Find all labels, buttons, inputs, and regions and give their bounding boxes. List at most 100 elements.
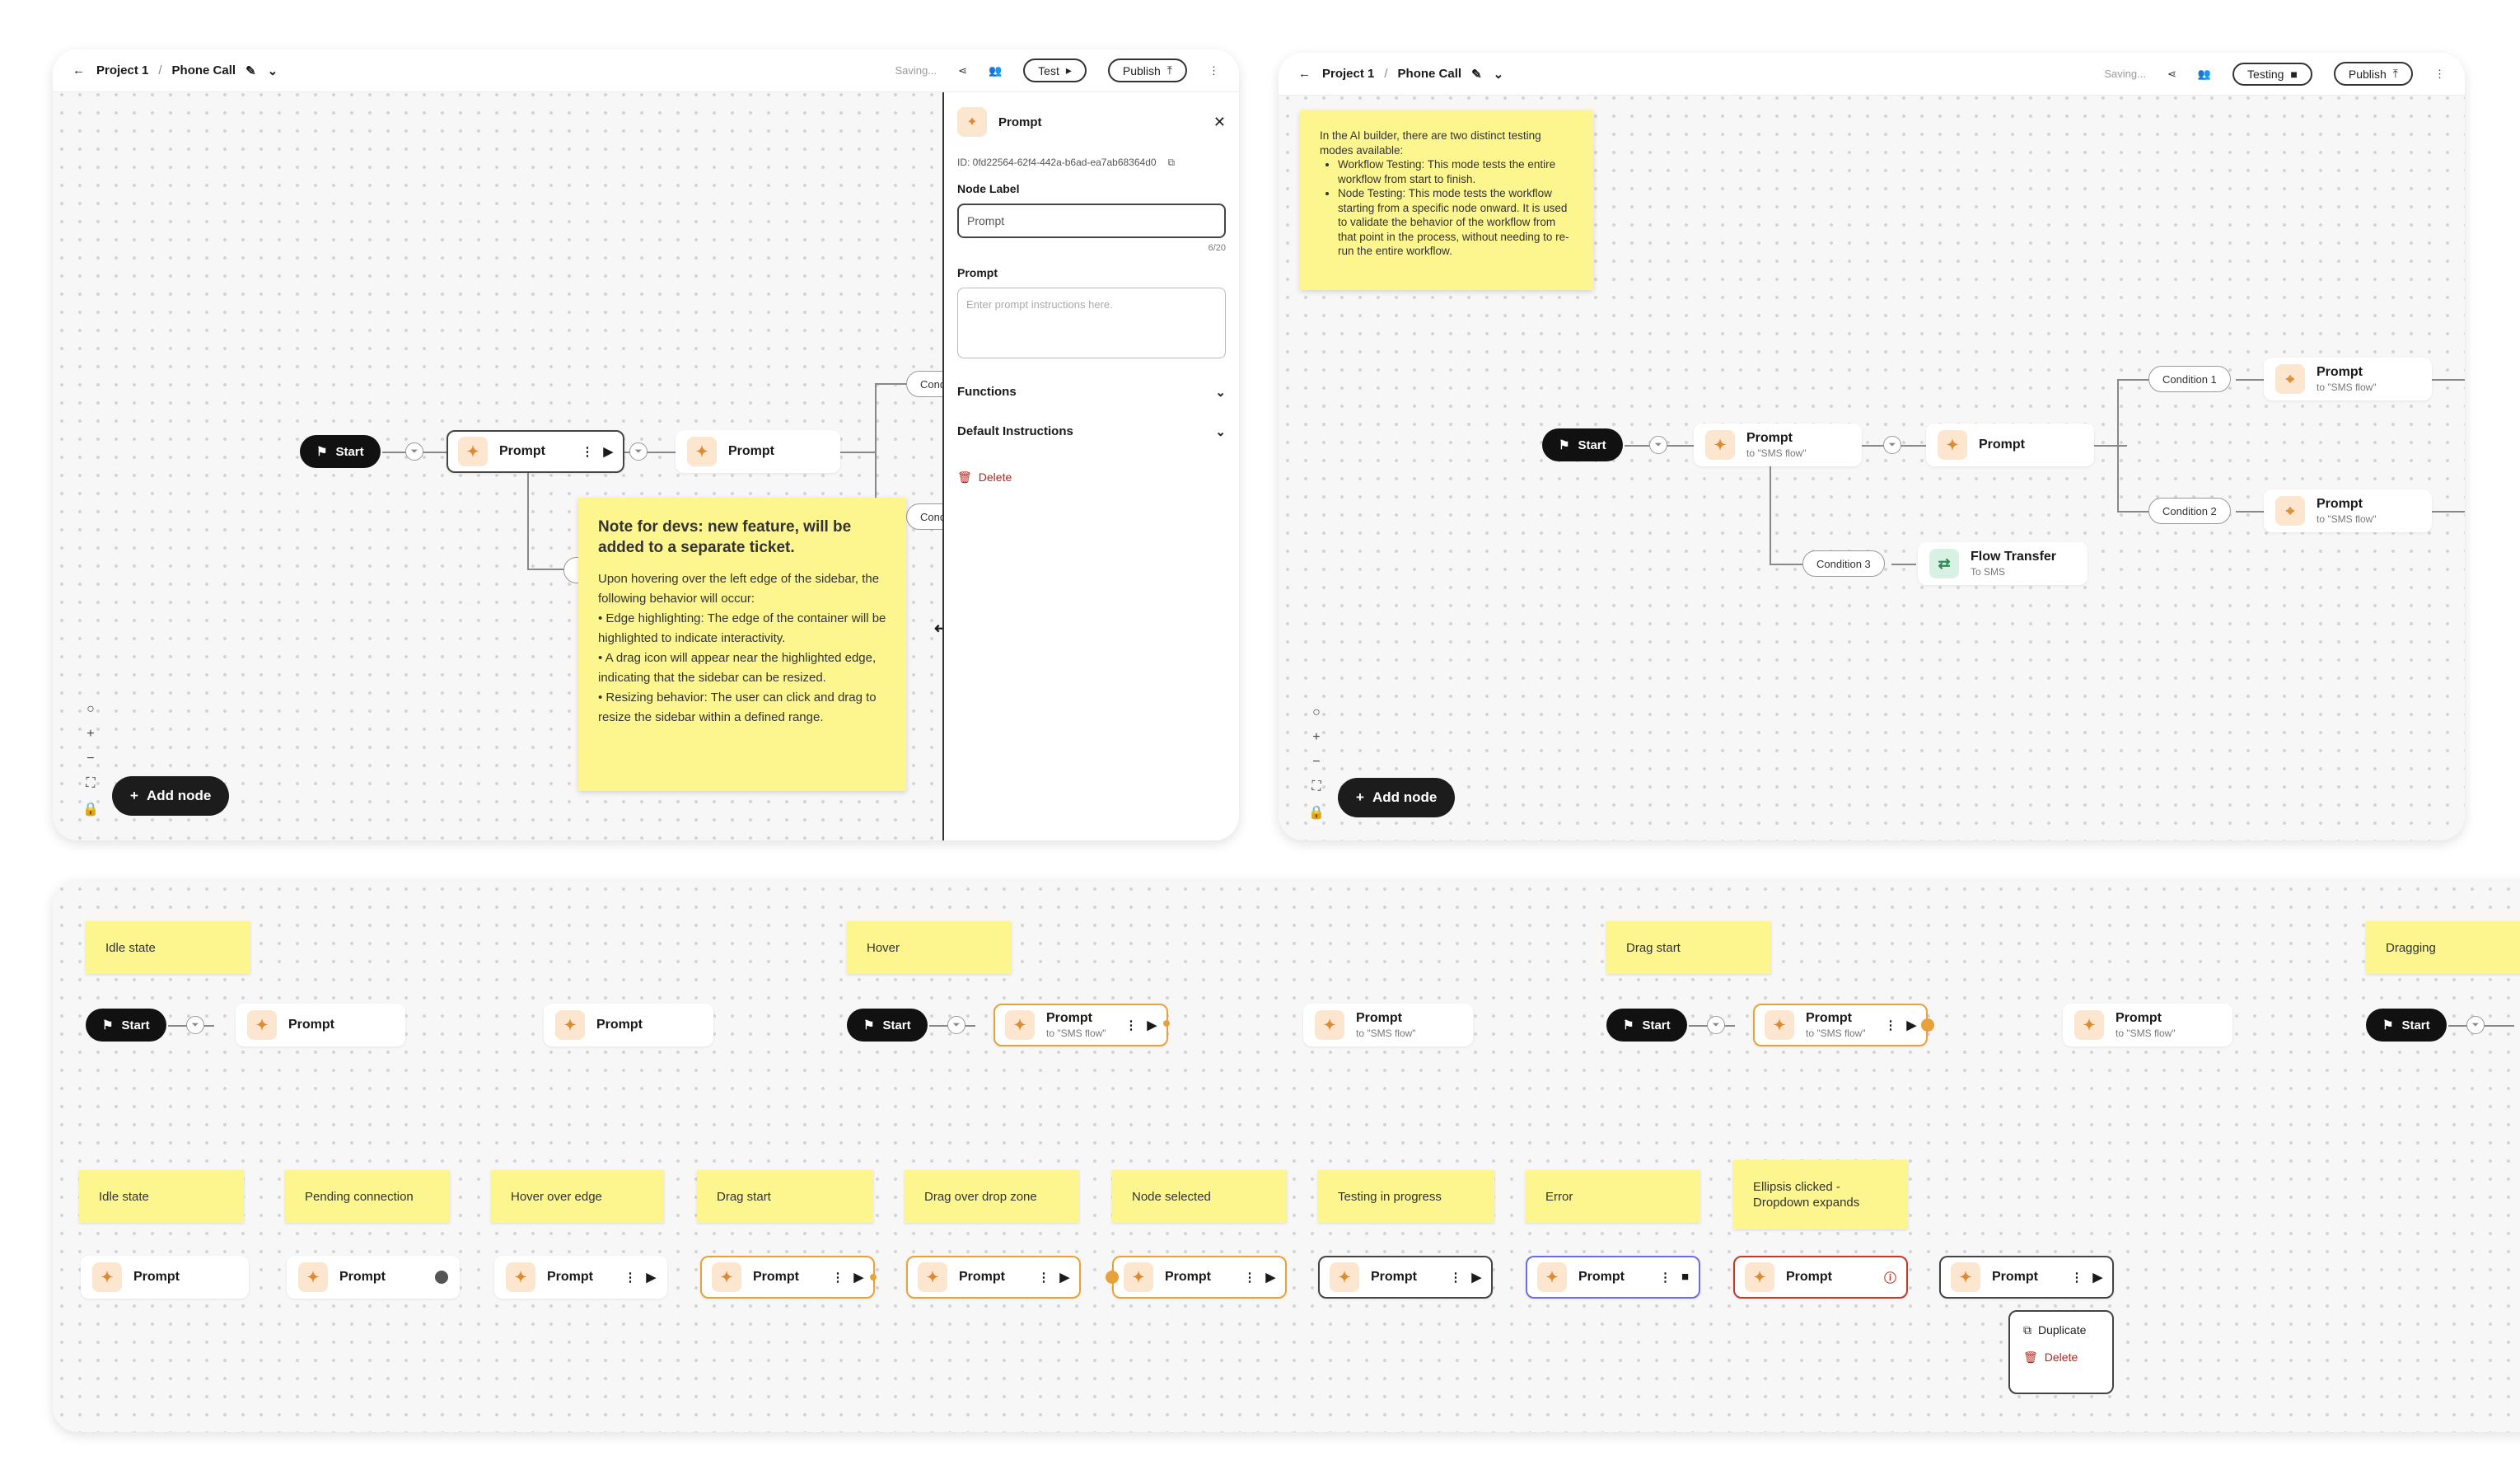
prompt-textarea[interactable]: Enter prompt instructions here. bbox=[957, 288, 1226, 358]
filter-icon[interactable]: ⏷ bbox=[1707, 1016, 1725, 1034]
filter-icon[interactable]: ⏷ bbox=[629, 442, 648, 461]
prompt-node-selected[interactable]: ✦ Prompt ⋮ ▶ bbox=[446, 430, 624, 473]
prompt-node[interactable]: ✦ Prompt bbox=[676, 430, 840, 473]
fit-view-icon[interactable]: ⛶ bbox=[86, 776, 95, 791]
prompt-node[interactable]: ✦ Prompt bbox=[544, 1004, 713, 1046]
connection-handle[interactable] bbox=[1163, 1020, 1170, 1027]
publish-button[interactable]: Publish ⤒ bbox=[2333, 62, 2413, 86]
breadcrumb-project[interactable]: Project 1 bbox=[1322, 67, 1374, 81]
play-icon[interactable]: ▶ bbox=[1265, 1270, 1275, 1285]
more-vertical-icon[interactable]: ⋮ bbox=[1884, 1018, 1896, 1032]
filter-icon[interactable]: ⏷ bbox=[2466, 1016, 2485, 1034]
filter-icon[interactable]: ⏷ bbox=[186, 1016, 204, 1034]
play-icon[interactable]: ▶ bbox=[1147, 1018, 1157, 1032]
pointer-icon[interactable]: ○ bbox=[1312, 705, 1321, 720]
condition-chip[interactable]: Condition 2 bbox=[2148, 498, 2231, 524]
fit-view-icon[interactable]: ⛶ bbox=[1311, 779, 1321, 794]
delete-menu-item[interactable]: 🗑 Delete bbox=[2023, 1351, 2099, 1365]
more-vertical-icon[interactable]: ⋮ bbox=[1659, 1270, 1671, 1285]
add-node-button[interactable]: + Add node bbox=[1338, 778, 1456, 817]
prompt-node-drag-start[interactable]: ✦ Prompt ⋮ ▶ bbox=[700, 1256, 875, 1299]
users-icon[interactable]: 👥 bbox=[989, 64, 1002, 77]
start-node[interactable]: ⚑ Start bbox=[847, 1009, 928, 1042]
prompt-node-idle[interactable]: ✦ Prompt bbox=[81, 1256, 249, 1299]
lock-icon[interactable]: 🔒 bbox=[82, 801, 99, 817]
publish-button[interactable]: Publish ⤒ bbox=[1107, 59, 1187, 82]
back-arrow-icon[interactable]: ← bbox=[1298, 67, 1311, 81]
prompt-node[interactable]: ✦ Prompt to "SMS flow" bbox=[1694, 424, 1862, 466]
stop-icon[interactable]: ■ bbox=[1681, 1270, 1689, 1285]
more-vertical-icon[interactable]: ⋮ bbox=[624, 1270, 636, 1285]
connection-handle[interactable] bbox=[1921, 1018, 1934, 1032]
prompt-node-ellipsis[interactable]: ✦ Prompt ⓘ bbox=[1733, 1256, 1908, 1299]
connection-handle[interactable] bbox=[870, 1274, 877, 1280]
more-vertical-icon[interactable]: ⋮ bbox=[831, 1270, 844, 1285]
play-icon[interactable]: ▶ bbox=[603, 444, 613, 459]
condition-chip[interactable]: Condition 1 bbox=[2148, 366, 2231, 392]
chevron-down-icon[interactable]: ⌄ bbox=[268, 63, 278, 78]
prompt-node[interactable]: ✦ Prompt bbox=[1926, 424, 2094, 466]
start-node[interactable]: ⚑ Start bbox=[1542, 428, 1623, 461]
breadcrumb-project[interactable]: Project 1 bbox=[96, 63, 148, 77]
copy-icon[interactable]: ⧉ bbox=[1168, 157, 1176, 169]
duplicate-menu-item[interactable]: ⧉ Duplicate bbox=[2023, 1323, 2099, 1337]
more-vertical-icon[interactable]: ⋮ bbox=[1124, 1018, 1137, 1032]
breadcrumb-page[interactable]: Phone Call bbox=[172, 63, 236, 77]
filter-icon[interactable]: ⏷ bbox=[405, 442, 423, 461]
pointer-icon[interactable]: ○ bbox=[86, 702, 95, 717]
prompt-node[interactable]: ✦ Prompt bbox=[236, 1004, 405, 1046]
chevron-down-icon[interactable]: ⌄ bbox=[1494, 67, 1504, 82]
prompt-node-menu-open[interactable]: ✦ Prompt ⋮ ▶ bbox=[1939, 1256, 2114, 1299]
prompt-node[interactable]: ⌖ Prompt to "SMS flow" bbox=[2264, 489, 2432, 532]
play-icon[interactable]: ▶ bbox=[1906, 1018, 1916, 1032]
prompt-node[interactable]: ✦ Prompt to "SMS flow" bbox=[1303, 1004, 1473, 1046]
start-node[interactable]: ⚑ Start bbox=[2366, 1009, 2447, 1042]
lock-icon[interactable]: 🔒 bbox=[1308, 804, 1325, 821]
prompt-node-pending[interactable]: ✦ Prompt bbox=[287, 1256, 460, 1299]
prompt-node-drop-zone[interactable]: ✦ Prompt ⋮ ▶ bbox=[906, 1256, 1081, 1299]
play-icon[interactable]: ▶ bbox=[646, 1270, 656, 1285]
prompt-node-drag[interactable]: ✦ Prompt to "SMS flow" ⋮ ▶ bbox=[1753, 1004, 1928, 1046]
filter-icon[interactable]: ⏷ bbox=[1649, 436, 1667, 454]
zoom-out-icon[interactable]: − bbox=[1312, 755, 1320, 770]
default-instructions-section[interactable]: Default Instructions ⌄ bbox=[957, 424, 1226, 439]
prompt-node-hover-edge[interactable]: ✦ Prompt ⋮ ▶ bbox=[494, 1256, 667, 1299]
back-arrow-icon[interactable]: ← bbox=[72, 63, 85, 77]
flow-transfer-node[interactable]: ⇄ Flow Transfer To SMS bbox=[1918, 542, 2088, 585]
more-vertical-icon[interactable]: ⋮ bbox=[2434, 68, 2445, 81]
play-icon[interactable]: ▶ bbox=[1471, 1270, 1481, 1285]
play-icon[interactable]: ▶ bbox=[853, 1270, 863, 1285]
prompt-node-testing[interactable]: ✦ Prompt ⋮ ▶ bbox=[1318, 1256, 1493, 1299]
node-label-input[interactable]: Prompt bbox=[957, 204, 1226, 238]
start-node[interactable]: ⚑ Start bbox=[300, 435, 381, 468]
play-icon[interactable]: ▶ bbox=[2092, 1270, 2102, 1285]
delete-button[interactable]: 🗑 Delete bbox=[957, 470, 1226, 485]
share-icon[interactable]: ⋖ bbox=[2167, 68, 2176, 81]
start-node[interactable]: ⚑ Start bbox=[1606, 1009, 1687, 1042]
zoom-in-icon[interactable]: + bbox=[86, 727, 94, 742]
prompt-node[interactable]: ✦ Prompt to "SMS flow" bbox=[2063, 1004, 2232, 1046]
more-vertical-icon[interactable]: ⋮ bbox=[1449, 1270, 1461, 1285]
play-icon[interactable]: ▶ bbox=[1059, 1270, 1069, 1285]
prompt-node-selected[interactable]: ✦ Prompt ⋮ ▶ bbox=[1112, 1256, 1287, 1299]
prompt-node-hover[interactable]: ✦ Prompt to "SMS flow" ⋮ ▶ bbox=[994, 1004, 1168, 1046]
start-node[interactable]: ⚑ Start bbox=[86, 1009, 166, 1042]
close-icon[interactable]: ✕ bbox=[1213, 114, 1226, 131]
more-vertical-icon[interactable]: ⋮ bbox=[1037, 1270, 1050, 1285]
filter-icon[interactable]: ⏷ bbox=[1883, 436, 1901, 454]
breadcrumb-page[interactable]: Phone Call bbox=[1398, 67, 1462, 81]
more-vertical-icon[interactable]: ⋮ bbox=[581, 444, 593, 459]
add-node-button[interactable]: + Add node bbox=[112, 776, 230, 816]
more-vertical-icon[interactable]: ⋮ bbox=[1243, 1270, 1255, 1285]
zoom-out-icon[interactable]: − bbox=[86, 751, 94, 766]
filter-icon[interactable]: ⏷ bbox=[947, 1016, 965, 1034]
more-vertical-icon[interactable]: ⋮ bbox=[1209, 64, 1219, 77]
test-button[interactable]: Test ▸ bbox=[1023, 59, 1087, 82]
prompt-node[interactable]: ⌖ Prompt to "SMS flow" bbox=[2264, 358, 2432, 400]
prompt-node-error[interactable]: ✦ Prompt ⋮ ■ bbox=[1526, 1256, 1700, 1299]
connection-handle[interactable] bbox=[1106, 1271, 1119, 1284]
edit-pencil-icon[interactable]: ✎ bbox=[245, 63, 256, 78]
users-icon[interactable]: 👥 bbox=[2198, 68, 2211, 81]
more-vertical-icon[interactable]: ⋮ bbox=[2070, 1270, 2083, 1285]
condition-chip[interactable]: Condition 3 bbox=[1802, 550, 1885, 577]
